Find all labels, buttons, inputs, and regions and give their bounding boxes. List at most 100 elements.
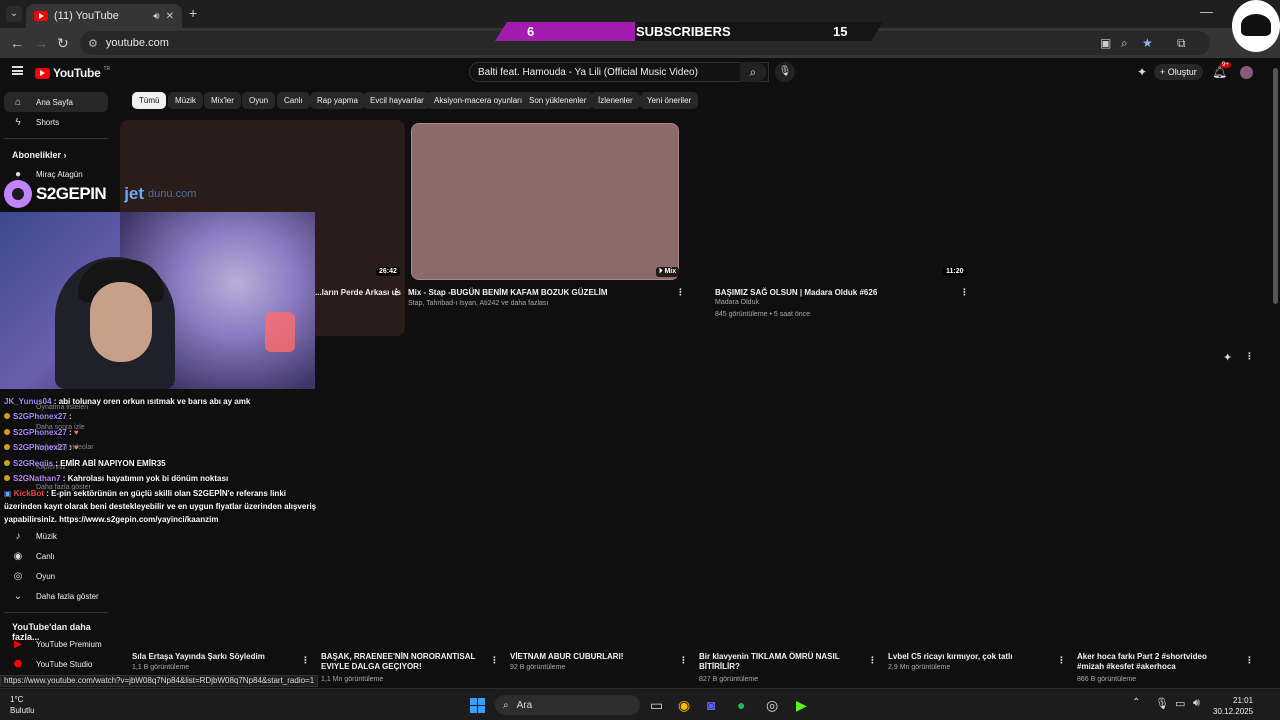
short-title[interactable]: Bir klavyenin TIKLAMA ÖMRÜ NASIL BİTİRİL… bbox=[699, 652, 849, 672]
short-title[interactable]: BAŞAK, RRAENEE'NİN NORORANTISAL EVIYLE D… bbox=[321, 652, 481, 672]
chat-text: abi tolunay oren orkun ısıtmak ve barıs … bbox=[58, 397, 251, 406]
discord-icon[interactable]: ◙ bbox=[707, 697, 715, 713]
sidebar-item-shorts[interactable]: ϟ Shorts bbox=[4, 112, 108, 132]
youtube-logo[interactable]: YouTube TR bbox=[35, 66, 110, 80]
chat-message: ▣ KickBot : E-pin sektörünün en güçlü sk… bbox=[4, 489, 286, 498]
forward-icon[interactable]: → bbox=[34, 35, 48, 51]
video-thumbnail-2[interactable] bbox=[411, 123, 679, 280]
short-title[interactable]: Aker hoca farkı Part 2 #shortvideo #miza… bbox=[1077, 652, 1232, 672]
tray-chevron-icon[interactable]: ⌃ bbox=[1132, 697, 1140, 708]
chip-action-adventure[interactable]: Aksiyon-macera oyunları bbox=[427, 92, 530, 109]
site-info-icon[interactable]: ⚙ bbox=[88, 37, 98, 50]
sidebar-item-show-more[interactable]: ⌄ Daha fazla göster bbox=[4, 586, 108, 606]
chip-recent[interactable]: Son yüklenenler bbox=[522, 92, 594, 109]
create-button[interactable]: + Oluştur bbox=[1154, 64, 1203, 80]
more-actions-icon[interactable]: ⋮ bbox=[1245, 655, 1254, 666]
sidebar-item-studio[interactable]: ⬣ YouTube Studio bbox=[4, 654, 108, 674]
chat-message: S2GNathan7 : Kahrolası hayatımın yok bi … bbox=[4, 474, 228, 483]
browser-tab-youtube[interactable]: (11) YouTube 🔊︎ ✕ bbox=[26, 4, 182, 28]
chip-mixes[interactable]: Mix'ler bbox=[204, 92, 241, 109]
more-actions-icon[interactable]: ⋮ bbox=[392, 287, 401, 298]
search-input[interactable]: Balti feat. Hamouda - Ya Lili (Official … bbox=[469, 62, 769, 82]
home-icon: ⌂ bbox=[14, 96, 22, 108]
short-views: 92 B görüntüleme bbox=[510, 664, 566, 671]
menu-icon[interactable] bbox=[12, 66, 23, 75]
voice-search-icon[interactable]: 🎙︎ bbox=[775, 62, 795, 82]
zoom-icon[interactable]: ⌕ bbox=[1121, 36, 1128, 51]
video-title[interactable]: Mix - Stap -BUGÜN BENİM KAFAM BOZUK GÜZE… bbox=[408, 288, 608, 297]
reload-icon[interactable]: ↻ bbox=[57, 35, 69, 52]
kick-icon[interactable]: ▶ bbox=[796, 697, 807, 714]
extensions-icon[interactable]: ⧉ bbox=[1177, 36, 1186, 51]
spotify-icon[interactable]: ● bbox=[737, 697, 745, 713]
shorts-shelf-icon: ✦ bbox=[1223, 352, 1233, 364]
chip-gaming[interactable]: Oyun bbox=[242, 92, 276, 109]
sidebar-item-premium[interactable]: ▶ YouTube Premium bbox=[4, 634, 108, 654]
sidebar-item-live[interactable]: ◉ Canlı bbox=[4, 546, 108, 566]
video-duration: 26:42 bbox=[376, 267, 400, 276]
tab-audio-icon[interactable]: 🔊︎ bbox=[153, 11, 159, 22]
file-explorer-icon[interactable]: ▭ bbox=[650, 697, 663, 714]
volume-icon[interactable]: 🔊︎ bbox=[1193, 697, 1200, 710]
chip-rap[interactable]: Rap yapma bbox=[310, 92, 365, 109]
video-channel[interactable]: Madara Olduk bbox=[715, 299, 759, 306]
short-title[interactable]: Lvbel C5 ricayı kırmıyor, çok tatlı bbox=[888, 652, 1013, 661]
video-title[interactable]: ...ların Perde Arkası us bbox=[315, 288, 401, 297]
taskbar-search[interactable]: ⌕ Ara bbox=[495, 695, 640, 715]
chevron-down-icon: ⌄ bbox=[13, 590, 23, 602]
network-icon[interactable]: ▭ bbox=[1175, 697, 1185, 710]
cast-icon[interactable]: ▣ bbox=[1100, 36, 1111, 50]
obs-icon[interactable]: ◎ bbox=[766, 697, 778, 714]
windows-start-icon[interactable] bbox=[470, 698, 485, 713]
chat-username: S2GNathan7 bbox=[13, 474, 61, 483]
microphone-icon[interactable]: 🎙︎ bbox=[1155, 697, 1169, 710]
chip-music[interactable]: Müzik bbox=[168, 92, 203, 109]
sidebar-item-music[interactable]: ♪ Müzik bbox=[4, 526, 108, 546]
more-actions-icon[interactable]: ⋮ bbox=[868, 655, 877, 666]
minimize-icon[interactable]: — bbox=[1200, 4, 1213, 19]
page-scrollbar[interactable] bbox=[1271, 58, 1280, 688]
system-clock[interactable]: 21:01 30.12.2025 bbox=[1213, 695, 1253, 717]
account-avatar[interactable] bbox=[1240, 66, 1253, 79]
more-actions-icon[interactable]: ⋮ bbox=[301, 655, 310, 666]
shelf-more-icon[interactable]: ⋮ bbox=[1245, 351, 1254, 362]
sidebar-item-home[interactable]: ⌂ Ana Sayfa bbox=[4, 92, 108, 112]
short-title[interactable]: VİETNAM ABUR CUBURLARI! bbox=[510, 652, 623, 661]
youtube-favicon-icon bbox=[34, 11, 48, 21]
short-title[interactable]: Sıla Ertaşa Yayında Şarkı Söyledim bbox=[132, 652, 265, 661]
status-link-preview: https://www.youtube.com/watch?v=jbW08q7N… bbox=[0, 675, 319, 687]
chat-text: E-pin sektörünün en güçlü skilli olan S2… bbox=[51, 489, 286, 498]
more-actions-icon[interactable]: ⋮ bbox=[960, 287, 969, 298]
chat-username: S2GPhonex27 bbox=[13, 412, 67, 421]
chip-pets[interactable]: Evcil hayvanlar bbox=[363, 92, 431, 109]
chip-watched[interactable]: İzlenenler bbox=[591, 92, 640, 109]
live-icon: ◉ bbox=[13, 550, 23, 562]
tab-list-chevron-icon[interactable]: ⌄ bbox=[6, 6, 22, 22]
sponsor-suffix: dunu.com bbox=[148, 188, 197, 200]
sidebar-subscriptions-header[interactable]: Abonelikler › bbox=[12, 150, 67, 160]
more-actions-icon[interactable]: ⋮ bbox=[490, 655, 499, 666]
bookmark-star-icon[interactable]: ★ bbox=[1142, 36, 1153, 50]
channel-avatar: ● bbox=[14, 168, 22, 180]
streamer-corner-logo bbox=[1232, 0, 1280, 52]
search-button[interactable]: ⌕ bbox=[740, 62, 766, 82]
more-actions-icon[interactable]: ⋮ bbox=[679, 655, 688, 666]
chip-new-to-you[interactable]: Yeni öneriler bbox=[640, 92, 699, 109]
chip-live[interactable]: Canlı bbox=[277, 92, 310, 109]
new-tab-button[interactable]: + bbox=[189, 5, 197, 21]
create-label: Oluştur bbox=[1167, 67, 1197, 77]
weather-widget[interactable]: 1°C Bulutlu bbox=[10, 694, 34, 716]
chat-message: JK_Yunus04 : abi tolunay oren orkun ısıt… bbox=[4, 397, 251, 406]
more-actions-icon[interactable]: ⋮ bbox=[1057, 655, 1066, 666]
more-actions-icon[interactable]: ⋮ bbox=[676, 287, 685, 298]
gemini-icon[interactable]: ✦ bbox=[1137, 65, 1147, 79]
chip-all[interactable]: Tümü bbox=[132, 92, 167, 109]
subscriber-label: SUBSCRIBERS bbox=[636, 24, 731, 39]
video-meta: Stap, Tahribad-ı İsyan, Ati242 ve daha f… bbox=[408, 300, 549, 307]
emote-icon: ♥ bbox=[73, 428, 79, 437]
chrome-icon[interactable]: ◉ bbox=[678, 697, 690, 714]
tab-close-icon[interactable]: ✕ bbox=[166, 11, 174, 22]
sidebar-item-gaming[interactable]: ◎ Oyun bbox=[4, 566, 108, 586]
back-icon[interactable]: ← bbox=[10, 35, 24, 51]
video-title[interactable]: BAŞIMIZ SAĞ OLSUN | Madara Olduk #626 bbox=[715, 288, 877, 297]
